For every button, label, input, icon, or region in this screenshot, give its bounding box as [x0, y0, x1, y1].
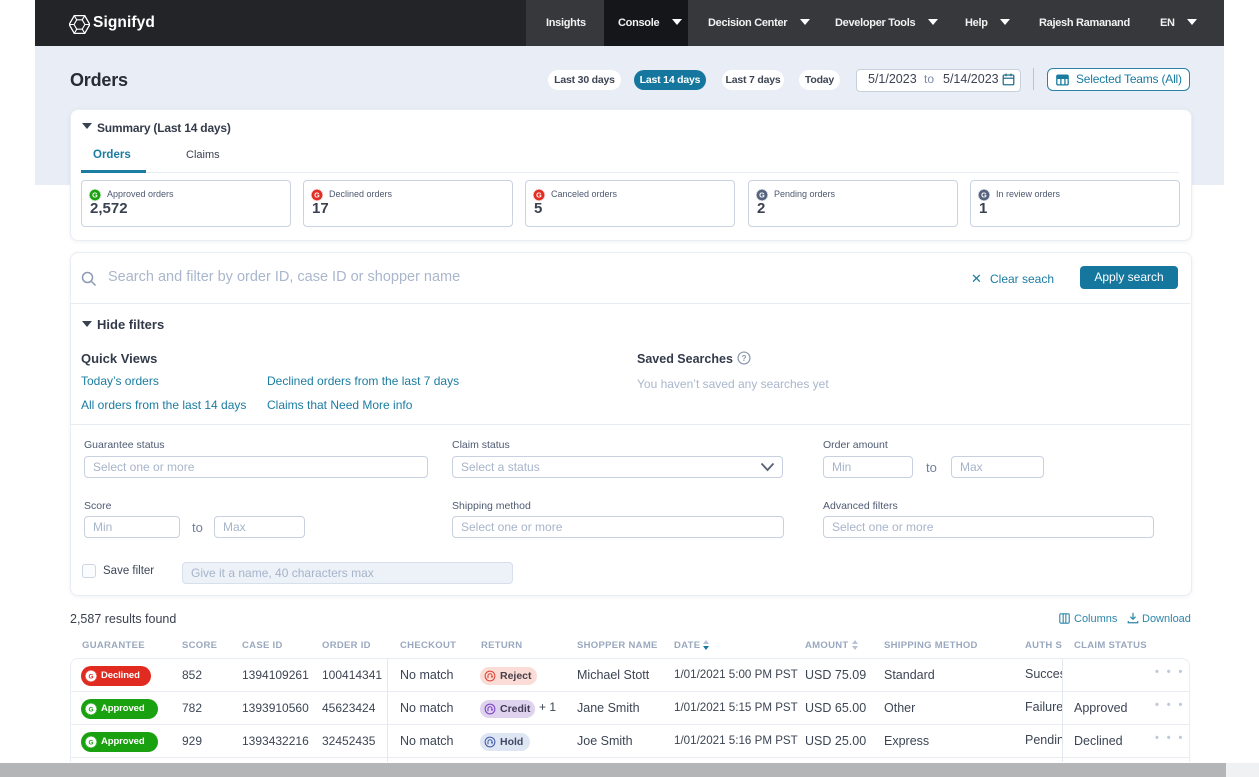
- svg-text:G: G: [88, 739, 93, 746]
- svg-text:G: G: [88, 706, 93, 713]
- svg-text:G: G: [759, 190, 765, 199]
- svg-text:?: ?: [741, 353, 746, 363]
- svg-text:G: G: [92, 190, 98, 199]
- svg-text:G: G: [981, 190, 987, 199]
- svg-text:G: G: [536, 190, 542, 199]
- svg-text:G: G: [314, 190, 320, 199]
- svg-text:G: G: [88, 673, 93, 680]
